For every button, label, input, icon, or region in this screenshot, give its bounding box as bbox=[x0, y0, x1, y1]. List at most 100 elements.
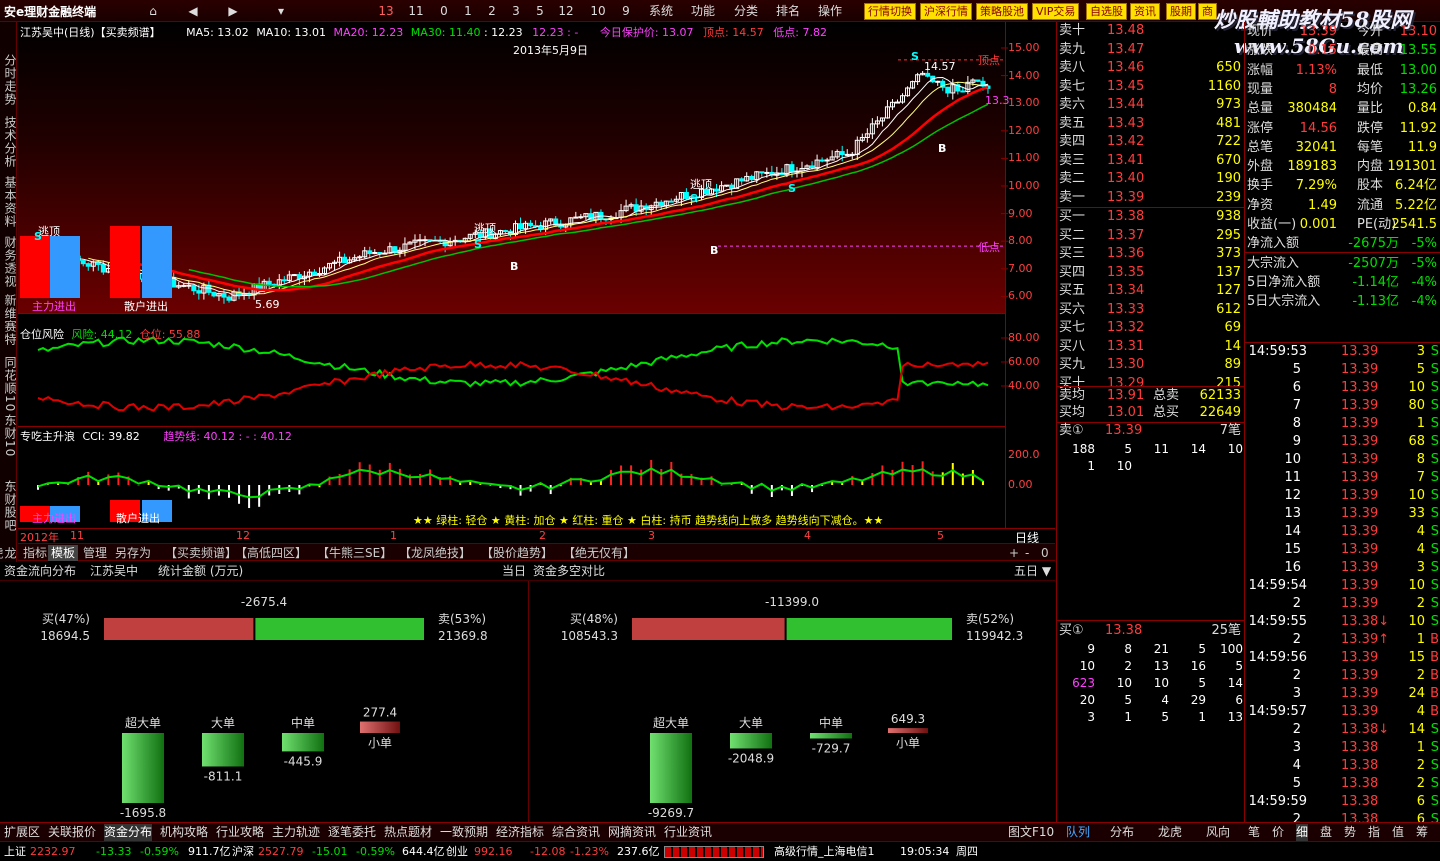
quick-button-2[interactable]: 策略股池 bbox=[976, 3, 1028, 20]
quick-button-3[interactable]: VIP交易 bbox=[1032, 3, 1080, 20]
nav-tab-12[interactable]: 行业资讯 bbox=[664, 824, 712, 841]
nav-right-4[interactable]: 风向 bbox=[1206, 824, 1230, 841]
sells-row[interactable]: 卖二 13.40 190 bbox=[1057, 170, 1245, 188]
nav-icon-2[interactable]: 细 bbox=[1296, 824, 1309, 841]
menu-2[interactable]: 分类 bbox=[726, 2, 766, 20]
buys-row[interactable]: 买八 13.31 14 bbox=[1057, 338, 1245, 356]
flow-day[interactable]: 当日 bbox=[502, 562, 526, 580]
sells-row[interactable]: 卖九 13.47 bbox=[1057, 41, 1245, 59]
candle-body bbox=[925, 72, 931, 77]
nav-tab-8[interactable]: 一致预期 bbox=[440, 824, 488, 841]
zoom-in-button[interactable]: + bbox=[1006, 545, 1022, 561]
dropdown-icon[interactable]: ▾ bbox=[268, 2, 294, 20]
chart-tab-4[interactable]: 【买卖频谱】 bbox=[162, 545, 240, 561]
nav-icon-7[interactable]: 筹 bbox=[1416, 824, 1428, 841]
nav-tab-3[interactable]: 机构攻略 bbox=[160, 824, 208, 841]
left-tab-2[interactable]: 基本资料 bbox=[1, 176, 17, 228]
nav-tab-10[interactable]: 综合资讯 bbox=[552, 824, 600, 841]
nav-tab-5[interactable]: 主力轨迹 bbox=[272, 824, 320, 841]
top-num-6[interactable]: 5 bbox=[530, 2, 550, 20]
chart-tab-5[interactable]: 【高低四区】 bbox=[232, 545, 310, 561]
top-num-4[interactable]: 2 bbox=[482, 2, 502, 20]
chart-tab-3[interactable]: 另存为 bbox=[112, 545, 154, 561]
nav-right-3[interactable]: 龙虎 bbox=[1158, 824, 1182, 841]
top-num-8[interactable]: 10 bbox=[588, 2, 608, 20]
forward-icon[interactable]: ▶ bbox=[220, 2, 246, 20]
buys-row[interactable]: 买六 13.33 612 bbox=[1057, 301, 1245, 319]
nav-icon-4[interactable]: 势 bbox=[1344, 824, 1356, 841]
top-num-5[interactable]: 3 bbox=[506, 2, 526, 20]
nav-icon-6[interactable]: 值 bbox=[1392, 824, 1404, 841]
back-icon[interactable]: ◀ bbox=[180, 2, 206, 20]
nav-tab-9[interactable]: 经济指标 bbox=[496, 824, 544, 841]
buys-row[interactable]: 买一 13.38 938 bbox=[1057, 208, 1245, 226]
sells-row[interactable]: 卖八 13.46 650 bbox=[1057, 59, 1245, 77]
nav-right-0[interactable]: 图文F10 bbox=[1008, 824, 1054, 841]
left-tab-0[interactable]: 分时走势 bbox=[1, 54, 17, 106]
zoom-out-button[interactable]: - bbox=[1022, 545, 1032, 561]
top-num-3[interactable]: 1 bbox=[458, 2, 478, 20]
five-day-select[interactable]: 五日 ▼ bbox=[1014, 562, 1051, 580]
nav-right-1[interactable]: 队列 bbox=[1066, 824, 1090, 841]
top-num-1[interactable]: 11 bbox=[406, 2, 426, 20]
buys-row[interactable]: 买七 13.32 69 bbox=[1057, 319, 1245, 337]
sells-row[interactable]: 卖七 13.45 1160 bbox=[1057, 78, 1245, 96]
menu-3[interactable]: 排名 bbox=[768, 2, 808, 20]
top-num-0[interactable]: 13 bbox=[376, 2, 396, 20]
top-num-2[interactable]: 0 bbox=[434, 2, 454, 20]
buys-row[interactable]: 买五 13.34 127 bbox=[1057, 282, 1245, 300]
nav-tab-1[interactable]: 关联报价 bbox=[48, 824, 96, 841]
zoom-reset-button[interactable]: 0 bbox=[1038, 545, 1052, 561]
sells-row[interactable]: 卖六 13.44 973 bbox=[1057, 96, 1245, 114]
sells-row[interactable]: 卖一 13.39 239 bbox=[1057, 189, 1245, 207]
buys-row[interactable]: 买三 13.36 373 bbox=[1057, 245, 1245, 263]
left-tab-1[interactable]: 技术分析 bbox=[1, 116, 17, 168]
left-tab-7[interactable]: 东财股吧 bbox=[1, 480, 17, 532]
buys-row[interactable]: 买二 13.37 295 bbox=[1057, 227, 1245, 245]
left-tab-8[interactable]: 龙虎榜 bbox=[0, 544, 17, 562]
feed-name[interactable]: 高级行情_上海电信1 bbox=[774, 844, 875, 860]
left-tab-6[interactable]: 东财10 bbox=[1, 414, 17, 457]
nav-right-2[interactable]: 分布 bbox=[1110, 824, 1134, 841]
quick-button-6[interactable]: 股期 bbox=[1166, 3, 1196, 20]
nav-tab-11[interactable]: 网摘资讯 bbox=[608, 824, 656, 841]
chart-tab-7[interactable]: 【龙凤绝技】 bbox=[396, 545, 474, 561]
nav-tab-0[interactable]: 扩展区 bbox=[4, 824, 40, 841]
left-tab-5[interactable]: 同花顺10 bbox=[1, 356, 17, 412]
sells-row[interactable]: 卖十 13.48 bbox=[1057, 22, 1245, 40]
top-num-7[interactable]: 12 bbox=[556, 2, 576, 20]
chart-tab-8[interactable]: 【股价趋势】 bbox=[478, 545, 556, 561]
nav-icon-5[interactable]: 指 bbox=[1368, 824, 1380, 841]
sells-row[interactable]: 卖四 13.42 722 bbox=[1057, 133, 1245, 151]
chart-tab-0[interactable]: 指标 bbox=[20, 545, 50, 561]
nav-icon-1[interactable]: 价 bbox=[1272, 824, 1284, 841]
left-tab-3[interactable]: 财务透视 bbox=[1, 236, 17, 288]
menu-0[interactable]: 系统 bbox=[641, 2, 681, 20]
buys-row[interactable]: 买九 13.30 89 bbox=[1057, 356, 1245, 374]
quick-button-1[interactable]: 沪深行情 bbox=[920, 3, 972, 20]
quick-button-5[interactable]: 资讯 bbox=[1130, 3, 1160, 20]
nav-tab-6[interactable]: 逐笔委托 bbox=[328, 824, 376, 841]
top-num-9[interactable]: 9 bbox=[616, 2, 636, 20]
chart-tab-2[interactable]: 管理 bbox=[80, 545, 110, 561]
nav-icon-3[interactable]: 盘 bbox=[1320, 824, 1332, 841]
left-tab-4[interactable]: 新维赛特 bbox=[1, 294, 17, 346]
nav-tab-2[interactable]: 资金分布 bbox=[104, 824, 153, 841]
chart-area[interactable]: 江苏吴中(日线)【买卖频谱】 MA5: 13.02 MA10: 13.01 MA… bbox=[18, 22, 1055, 542]
quick-button-4[interactable]: 自选股 bbox=[1086, 3, 1127, 20]
sells-row[interactable]: 卖五 13.43 481 bbox=[1057, 115, 1245, 133]
menu-1[interactable]: 功能 bbox=[683, 2, 723, 20]
chart-tab-9[interactable]: 【绝无仅有】 bbox=[560, 545, 638, 561]
buys-row[interactable]: 买四 13.35 137 bbox=[1057, 264, 1245, 282]
tick-list[interactable]: 14:59:53 13.39 3 S 5 13.39 5 S 6 13.39 10 S 7 13.39 80… bbox=[1244, 342, 1440, 827]
chart-tab-6[interactable]: 【牛熊三SE】 bbox=[314, 545, 395, 561]
chart-tab-1[interactable]: 模板 bbox=[48, 545, 79, 561]
nav-tab-4[interactable]: 行业攻略 bbox=[216, 824, 264, 841]
home-icon[interactable]: ⌂ bbox=[140, 2, 166, 20]
nav-icon-0[interactable]: 笔 bbox=[1248, 824, 1260, 841]
quick-button-0[interactable]: 行情切换 bbox=[864, 3, 916, 20]
menu-4[interactable]: 操作 bbox=[810, 2, 850, 20]
sells-row[interactable]: 卖三 13.41 670 bbox=[1057, 152, 1245, 170]
chart-canvas[interactable] bbox=[18, 22, 1055, 528]
nav-tab-7[interactable]: 热点题材 bbox=[384, 824, 432, 841]
